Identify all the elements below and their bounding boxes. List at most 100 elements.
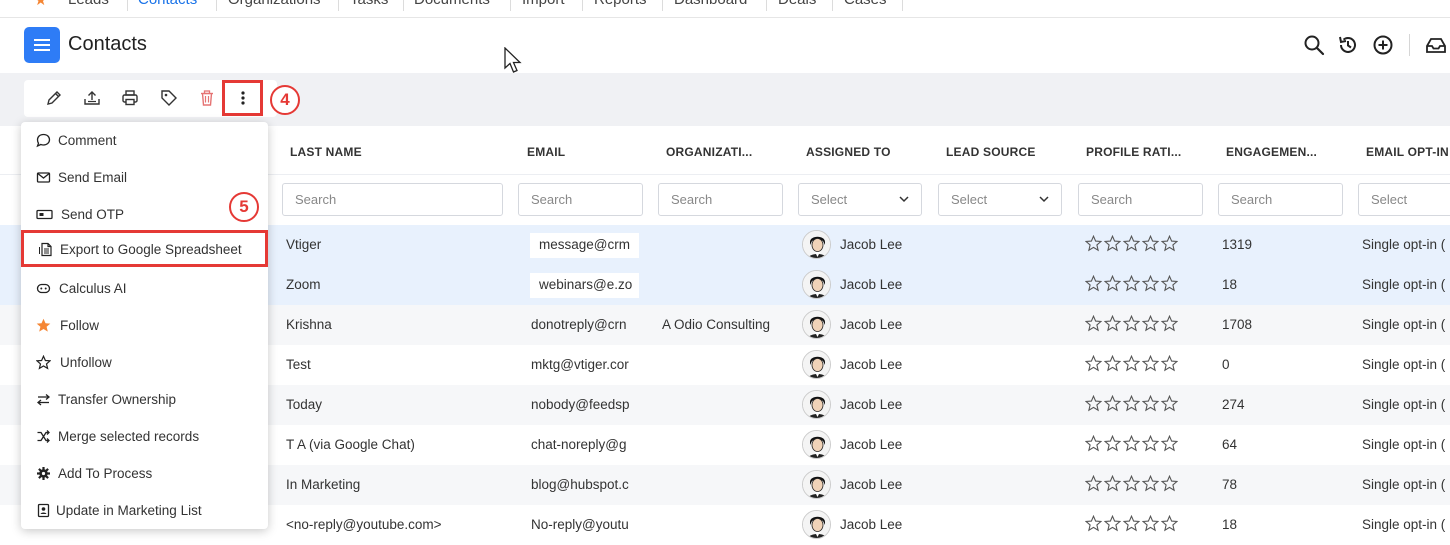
last-name-cell[interactable]: Vtiger — [286, 237, 511, 252]
tab-reports[interactable]: Reports — [594, 0, 647, 8]
star-outline-icon[interactable] — [1161, 355, 1178, 372]
favorite-star-icon[interactable]: ★ — [34, 0, 47, 8]
profile-rating-stars[interactable] — [1085, 395, 1178, 412]
profile-rating-stars[interactable] — [1085, 435, 1178, 452]
search-icon[interactable] — [1303, 34, 1325, 56]
email-cell[interactable]: message@crm — [530, 233, 639, 258]
column-header-last-name[interactable]: LAST NAME — [290, 145, 362, 159]
star-outline-icon[interactable] — [1161, 275, 1178, 292]
star-outline-icon[interactable] — [1104, 435, 1121, 452]
star-outline-icon[interactable] — [1123, 275, 1140, 292]
profile-rating-stars[interactable] — [1085, 515, 1178, 532]
history-icon[interactable] — [1337, 34, 1359, 56]
star-outline-icon[interactable] — [1142, 475, 1159, 492]
star-outline-icon[interactable] — [1104, 515, 1121, 532]
star-outline-icon[interactable] — [1085, 355, 1102, 372]
star-outline-icon[interactable] — [1085, 275, 1102, 292]
tab-import[interactable]: Import — [522, 0, 565, 8]
last-name-cell[interactable]: T A (via Google Chat) — [286, 437, 511, 452]
star-outline-icon[interactable] — [1104, 355, 1121, 372]
star-outline-icon[interactable] — [1123, 435, 1140, 452]
column-header-lead-source[interactable]: LEAD SOURCE — [946, 145, 1036, 159]
star-outline-icon[interactable] — [1104, 275, 1121, 292]
star-outline-icon[interactable] — [1142, 275, 1159, 292]
star-outline-icon[interactable] — [1123, 315, 1140, 332]
last-name-cell[interactable]: Test — [286, 357, 511, 372]
column-header-engagement[interactable]: ENGAGEMEN... — [1226, 145, 1317, 159]
profile-rating-stars[interactable] — [1085, 275, 1178, 292]
star-outline-icon[interactable] — [1104, 475, 1121, 492]
email-cell[interactable]: mktg@vtiger.cor — [522, 353, 639, 378]
menu-item-send-email[interactable]: Send Email — [21, 159, 268, 196]
star-outline-icon[interactable] — [1123, 395, 1140, 412]
tab-documents[interactable]: Documents — [414, 0, 490, 8]
tab-contacts[interactable]: Contacts — [138, 0, 197, 8]
star-outline-icon[interactable] — [1123, 235, 1140, 252]
star-outline-icon[interactable] — [1161, 395, 1178, 412]
menu-item-transfer-ownership[interactable]: Transfer Ownership — [21, 381, 268, 418]
add-circle-icon[interactable] — [1372, 34, 1394, 56]
star-outline-icon[interactable] — [1104, 235, 1121, 252]
menu-item-comment[interactable]: Comment — [21, 122, 268, 159]
column-header-assigned-to[interactable]: ASSIGNED TO — [806, 145, 891, 159]
email-cell[interactable]: No-reply@youtu — [522, 513, 639, 538]
star-outline-icon[interactable] — [1161, 235, 1178, 252]
star-outline-icon[interactable] — [1085, 235, 1102, 252]
star-outline-icon[interactable] — [1161, 475, 1178, 492]
star-outline-icon[interactable] — [1142, 355, 1159, 372]
last-name-cell[interactable]: <no-reply@youtube.com> — [286, 517, 511, 532]
profile-rating-stars[interactable] — [1085, 355, 1178, 372]
tab-dashboard[interactable]: Dashboard — [674, 0, 747, 8]
engagement-search-input[interactable]: Search — [1218, 183, 1343, 216]
profile-rating-stars[interactable] — [1085, 235, 1178, 252]
edit-pencil-icon[interactable] — [45, 89, 63, 107]
email-cell[interactable]: donotreply@crn — [522, 313, 639, 338]
email-search-input[interactable]: Search — [518, 183, 643, 216]
profile-rating-search-input[interactable]: Search — [1078, 183, 1203, 216]
email-cell[interactable]: nobody@feedsp — [522, 393, 639, 418]
star-outline-icon[interactable] — [1085, 435, 1102, 452]
menu-item-add-to-process[interactable]: Add To Process — [21, 455, 268, 492]
more-actions-button[interactable] — [222, 80, 263, 116]
star-outline-icon[interactable] — [1085, 515, 1102, 532]
email-cell[interactable]: chat-noreply@g — [522, 433, 639, 458]
lead-source-select[interactable]: Select — [938, 183, 1062, 216]
tab-deals[interactable]: Deals — [778, 0, 816, 8]
tab-cases[interactable]: Cases — [844, 0, 887, 8]
star-outline-icon[interactable] — [1142, 235, 1159, 252]
star-outline-icon[interactable] — [1123, 515, 1140, 532]
menu-item-merge-records[interactable]: Merge selected records — [21, 418, 268, 455]
star-outline-icon[interactable] — [1123, 355, 1140, 372]
last-name-cell[interactable]: Zoom — [286, 277, 511, 292]
column-header-profile-rating[interactable]: PROFILE RATI... — [1086, 145, 1181, 159]
star-outline-icon[interactable] — [1142, 515, 1159, 532]
export-icon[interactable] — [83, 89, 101, 107]
menu-item-update-marketing-list[interactable]: Update in Marketing List — [21, 492, 268, 529]
star-outline-icon[interactable] — [1161, 435, 1178, 452]
profile-rating-stars[interactable] — [1085, 475, 1178, 492]
last-name-cell[interactable]: Today — [286, 397, 511, 412]
star-outline-icon[interactable] — [1142, 315, 1159, 332]
delete-trash-icon[interactable] — [198, 89, 216, 107]
star-outline-icon[interactable] — [1104, 395, 1121, 412]
menu-item-export-google-spreadsheet[interactable]: Export to Google Spreadsheet — [21, 230, 268, 267]
organization-search-input[interactable]: Search — [658, 183, 783, 216]
last-name-cell[interactable]: In Marketing — [286, 477, 511, 492]
menu-item-unfollow[interactable]: Unfollow — [21, 344, 268, 381]
inbox-icon[interactable] — [1425, 34, 1447, 56]
email-cell[interactable]: webinars@e.zo — [530, 273, 639, 298]
star-outline-icon[interactable] — [1123, 475, 1140, 492]
star-outline-icon[interactable] — [1161, 515, 1178, 532]
app-menu-button[interactable] — [24, 27, 60, 63]
tab-organizations[interactable]: Organizations — [228, 0, 321, 8]
tab-leads[interactable]: Leads — [68, 0, 109, 8]
star-outline-icon[interactable] — [1085, 315, 1102, 332]
star-outline-icon[interactable] — [1142, 395, 1159, 412]
star-outline-icon[interactable] — [1161, 315, 1178, 332]
menu-item-calculus-ai[interactable]: Calculus AI — [21, 270, 268, 307]
email-opt-in-select[interactable]: Select — [1358, 183, 1450, 216]
tab-tasks[interactable]: Tasks — [350, 0, 388, 8]
last-name-search-input[interactable]: Search — [282, 183, 503, 216]
star-outline-icon[interactable] — [1142, 435, 1159, 452]
assigned-to-select[interactable]: Select — [798, 183, 922, 216]
